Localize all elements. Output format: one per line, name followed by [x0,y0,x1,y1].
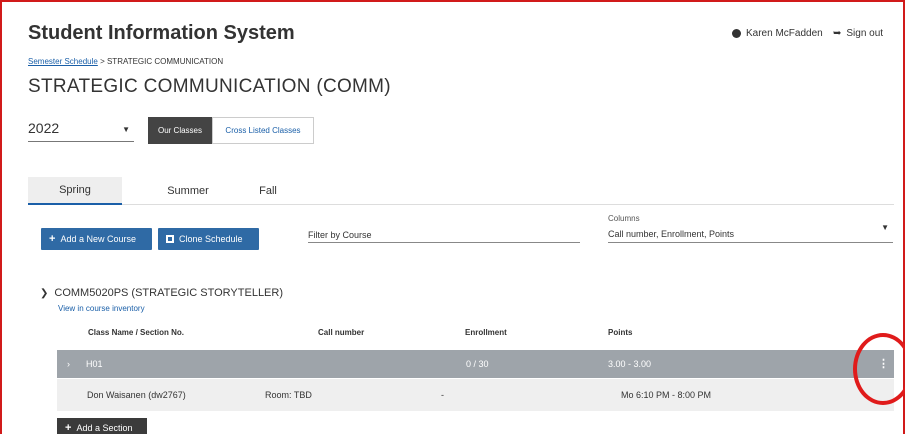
add-new-course-button[interactable]: + Add a New Course [41,228,152,250]
clone-schedule-label: Clone Schedule [179,234,243,244]
cross-listed-classes-toggle[interactable]: Cross Listed Classes [212,117,314,144]
sign-out-link[interactable]: ➥ Sign out [833,28,883,39]
sign-out-label: Sign out [846,28,884,39]
column-header-points: Points [608,328,633,337]
course-title: COMM5020PS (STRATEGIC STORYTELLER) [54,287,284,299]
chevron-down-icon[interactable]: ❯ [40,288,48,299]
user-name: Karen McFadden [746,28,823,39]
chevron-right-icon[interactable]: › [67,359,70,369]
section-row[interactable]: › H01 0 / 30 3.00 - 3.00 ⋮ [57,350,894,378]
app-title: Student Information System [28,22,295,44]
columns-value: Call number, Enrollment, Points [608,229,735,239]
clone-schedule-button[interactable]: Clone Schedule [158,228,259,250]
column-header-enrollment: Enrollment [465,328,507,337]
breadcrumb-link-semester-schedule[interactable]: Semester Schedule [28,57,98,66]
user-circle-icon [732,29,741,38]
instructor-name: Don Waisanen (dw2767) [87,390,186,400]
filter-by-course-input[interactable]: Filter by Course [308,225,580,243]
section-enrollment: 0 / 30 [466,359,489,369]
plus-icon: + [65,422,72,434]
course-header[interactable]: ❯ COMM5020PS (STRATEGIC STORYTELLER) [40,287,283,299]
page-title: STRATEGIC COMMUNICATION (COMM) [28,76,391,97]
columns-label: Columns [608,214,640,223]
sign-out-icon: ➥ [833,28,842,39]
user-menu[interactable]: Karen McFadden [732,28,823,39]
filter-placeholder: Filter by Course [308,230,372,240]
plus-icon: + [49,233,56,245]
view-course-inventory-link[interactable]: View in course inventory [58,304,145,313]
column-header-class-name: Class Name / Section No. [88,328,185,337]
year-select-value: 2022 [28,120,60,136]
year-select[interactable]: 2022 ▼ [28,118,134,142]
semester-tabs: Spring Summer Fall [28,177,894,205]
caret-down-icon: ▼ [122,125,130,134]
room-info: Room: TBD [265,390,312,400]
add-new-course-label: Add a New Course [60,234,136,244]
caret-down-icon: ▼ [881,223,889,232]
breadcrumb-separator: > [100,57,105,66]
add-section-button[interactable]: + Add a Section [57,418,147,434]
tab-summer[interactable]: Summer [138,177,238,205]
breadcrumb: Semester Schedule > STRATEGIC COMMUNICAT… [28,57,223,66]
tab-spring[interactable]: Spring [28,177,122,205]
copy-icon [166,235,174,243]
add-section-label: Add a Section [76,423,133,433]
our-classes-toggle[interactable]: Our Classes [148,117,212,144]
annotation-circle [853,333,905,405]
breadcrumb-current: STRATEGIC COMMUNICATION [106,57,224,66]
column-header-call-number: Call number [318,328,365,337]
meeting-schedule: Mo 6:10 PM - 8:00 PM [621,390,712,400]
tab-fall[interactable]: Fall [238,177,298,205]
section-points: 3.00 - 3.00 [608,359,652,369]
columns-select[interactable]: Columns Call number, Enrollment, Points … [608,214,893,243]
section-detail-row: Don Waisanen (dw2767) Room: TBD - Mo 6:1… [57,379,894,411]
detail-dash: - [441,390,444,400]
section-number: H01 [86,359,103,369]
